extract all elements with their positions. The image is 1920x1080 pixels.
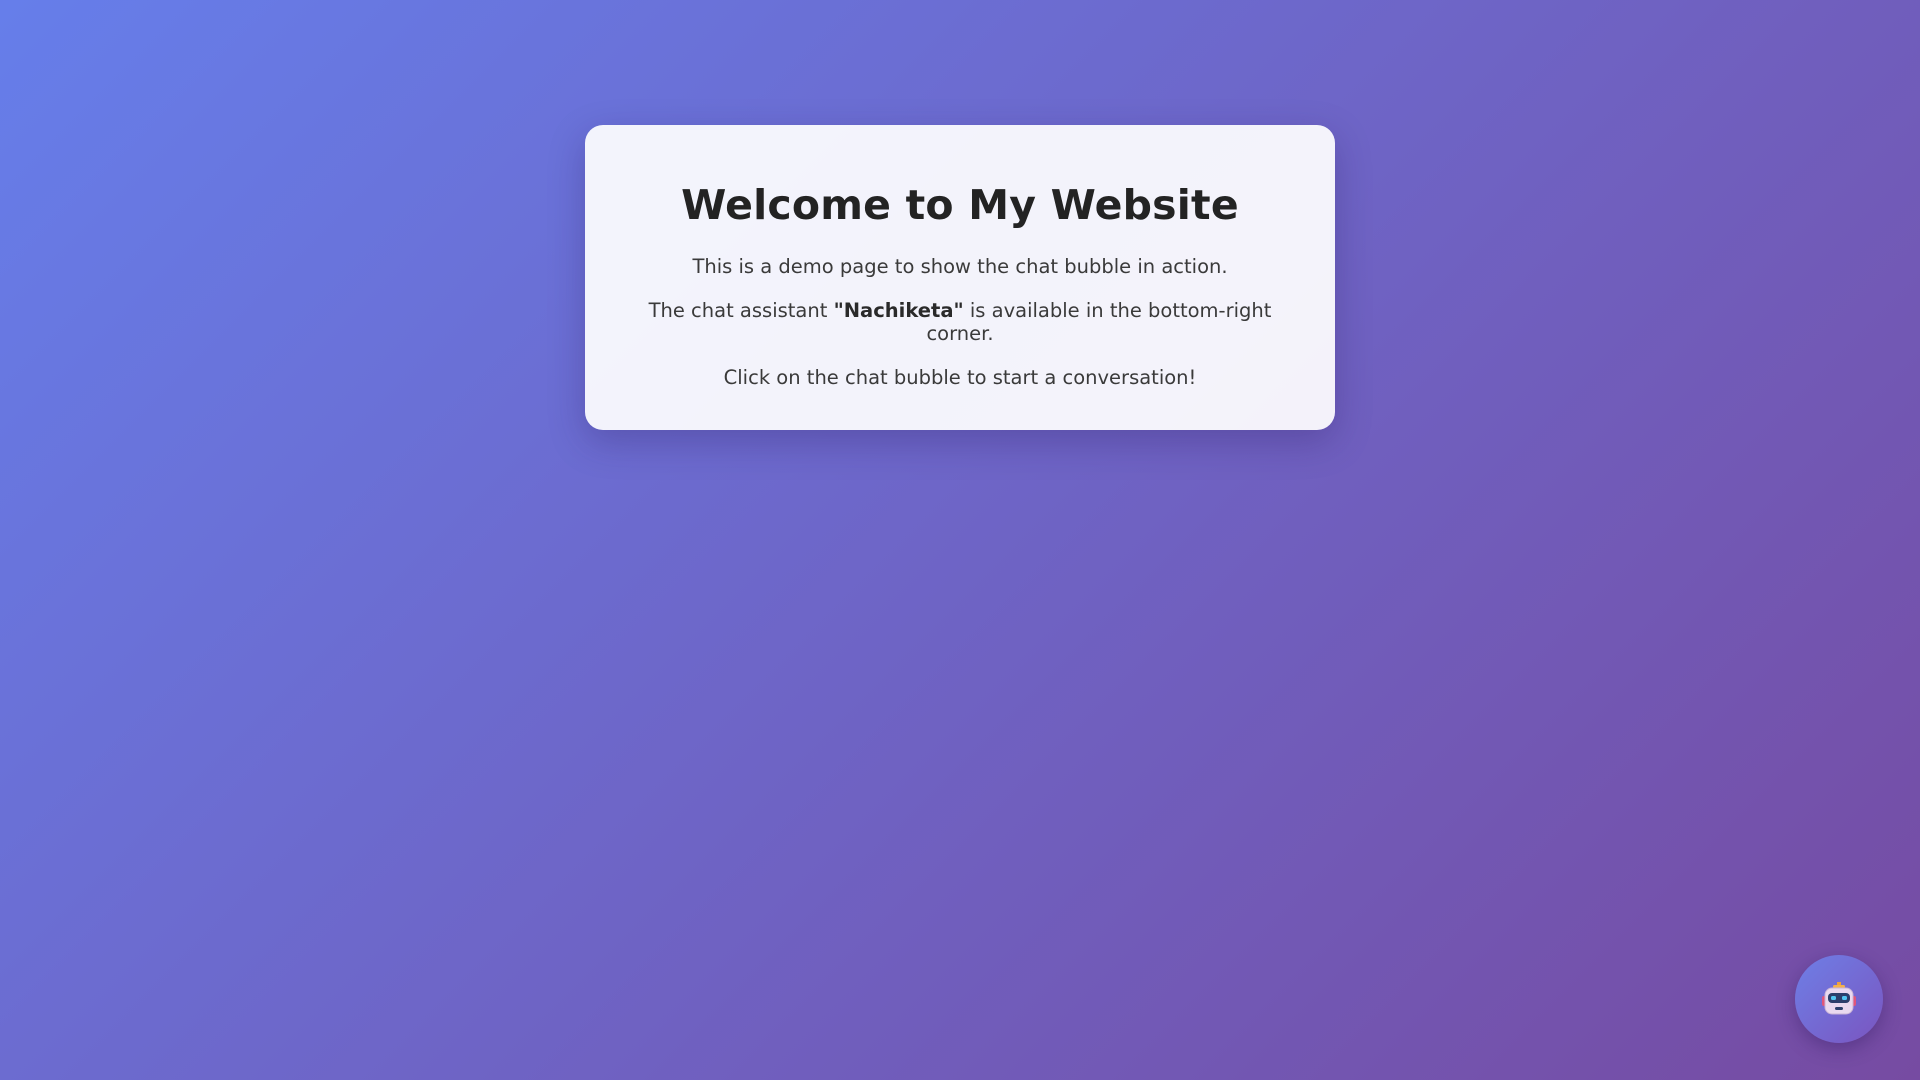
welcome-card: Welcome to My Website This is a demo pag… xyxy=(585,125,1335,430)
call-to-action-text: Click on the chat bubble to start a conv… xyxy=(723,366,1197,389)
assistant-info-prefix: The chat assistant xyxy=(648,299,834,322)
assistant-name: "Nachiketa" xyxy=(833,299,964,322)
assistant-info-text: The chat assistant "Nachiketa" is availa… xyxy=(625,299,1295,345)
chat-bubble-button[interactable] xyxy=(1795,955,1883,1043)
page-title: Welcome to My Website xyxy=(681,181,1239,229)
robot-icon xyxy=(1819,979,1859,1019)
intro-text: This is a demo page to show the chat bub… xyxy=(692,255,1228,278)
assistant-info-suffix: is available in the bottom-right corner. xyxy=(926,299,1272,345)
